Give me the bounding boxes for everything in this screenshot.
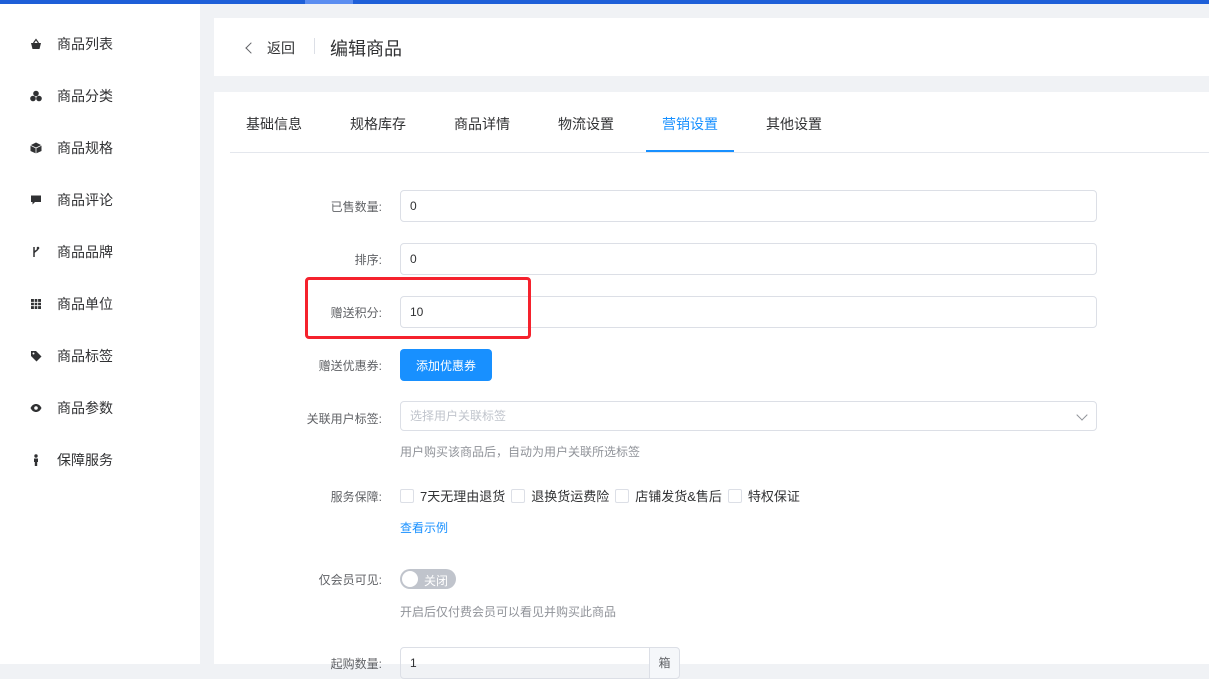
shopping-basket-icon bbox=[30, 38, 42, 50]
sidebar-item-label: 商品标签 bbox=[57, 348, 113, 364]
service-option-privilege[interactable]: 特权保证 bbox=[727, 486, 800, 505]
sidebar: 商品列表 商品分类 商品规格 商品评论 商品品牌 商品单位 商品标签 商品参数 … bbox=[0, 4, 200, 664]
min-qty-input[interactable]: 1 bbox=[400, 647, 650, 679]
sidebar-item-label: 商品单位 bbox=[57, 296, 113, 312]
sidebar-item-label: 保障服务 bbox=[57, 452, 113, 468]
person-icon bbox=[30, 454, 42, 466]
sidebar-item-product-spec[interactable]: 商品规格 bbox=[0, 128, 200, 168]
sidebar-item-product-unit[interactable]: 商品单位 bbox=[0, 284, 200, 324]
sold-qty-input[interactable]: 0 bbox=[400, 190, 1097, 222]
sidebar-item-label: 商品参数 bbox=[57, 400, 113, 416]
sidebar-item-service-guarantee[interactable]: 保障服务 bbox=[0, 440, 200, 480]
gift-coupon-label: 赠送优惠券: bbox=[318, 359, 382, 373]
user-tags-select[interactable]: 选择用户关联标签 bbox=[400, 401, 1097, 431]
grid-icon bbox=[30, 298, 42, 310]
member-only-hint: 开启后仅付费会员可以看见并购买此商品 bbox=[400, 605, 617, 619]
page-header: 返回 编辑商品 bbox=[214, 18, 1209, 76]
checkbox[interactable] bbox=[727, 488, 742, 503]
edit-form-card: 基础信息 规格库存 商品详情 物流设置 营销设置 其他设置 已售数量: 0 排序… bbox=[214, 92, 1209, 679]
member-only-label: 仅会员可见: bbox=[318, 573, 382, 587]
sidebar-item-product-list[interactable]: 商品列表 bbox=[0, 24, 200, 64]
chevron-left-icon bbox=[245, 42, 257, 54]
switch-state-text: 关闭 bbox=[424, 574, 449, 588]
user-tags-placeholder: 选择用户关联标签 bbox=[410, 409, 507, 423]
chevron-down-icon bbox=[1076, 409, 1088, 421]
service-option-return-shipping-insurance[interactable]: 退换货运费险 bbox=[511, 486, 609, 505]
page-title: 编辑商品 bbox=[330, 39, 402, 59]
sidebar-item-label: 商品列表 bbox=[57, 36, 113, 52]
comment-icon bbox=[30, 194, 42, 206]
active-tab-indicator bbox=[646, 150, 734, 152]
checkbox[interactable] bbox=[511, 488, 526, 503]
tab-basic-info[interactable]: 基础信息 bbox=[246, 114, 302, 134]
red-highlight-box bbox=[305, 277, 531, 339]
tab-spec-stock[interactable]: 规格库存 bbox=[350, 114, 406, 134]
sidebar-item-label: 商品规格 bbox=[57, 140, 113, 156]
switch-knob bbox=[402, 571, 418, 587]
tab-other-settings[interactable]: 其他设置 bbox=[766, 114, 822, 134]
service-option-7day-return[interactable]: 7天无理由退货 bbox=[400, 486, 505, 505]
service-option-store-shipping[interactable]: 店铺发货&售后 bbox=[615, 486, 722, 505]
view-example-link[interactable]: 查看示例 bbox=[400, 519, 448, 536]
sort-label: 排序: bbox=[354, 253, 382, 267]
sold-qty-label: 已售数量: bbox=[330, 200, 382, 214]
sidebar-item-product-comment[interactable]: 商品评论 bbox=[0, 180, 200, 220]
sidebar-item-label: 商品品牌 bbox=[57, 244, 113, 260]
tab-product-detail[interactable]: 商品详情 bbox=[454, 114, 510, 134]
back-button[interactable]: 返回 bbox=[245, 38, 295, 58]
category-cluster-icon bbox=[30, 90, 42, 102]
tab-logistics[interactable]: 物流设置 bbox=[558, 114, 614, 134]
eye-icon bbox=[30, 402, 42, 414]
sidebar-item-product-brand[interactable]: 商品品牌 bbox=[0, 232, 200, 272]
top-accent-segment bbox=[305, 0, 353, 4]
sidebar-item-product-tag[interactable]: 商品标签 bbox=[0, 336, 200, 376]
header-divider bbox=[314, 38, 315, 54]
sidebar-item-product-category[interactable]: 商品分类 bbox=[0, 76, 200, 116]
sort-input[interactable]: 0 bbox=[400, 243, 1097, 275]
member-only-switch[interactable]: 关闭 bbox=[400, 569, 456, 589]
sidebar-item-label: 商品分类 bbox=[57, 88, 113, 104]
user-tags-hint: 用户购买该商品后，自动为用户关联所选标签 bbox=[400, 445, 641, 459]
cube-icon bbox=[30, 142, 42, 154]
sidebar-item-label: 商品评论 bbox=[57, 192, 113, 208]
min-qty-unit: 箱 bbox=[649, 647, 680, 679]
back-label: 返回 bbox=[267, 40, 295, 56]
tab-marketing[interactable]: 营销设置 bbox=[662, 114, 718, 134]
checkbox[interactable] bbox=[400, 488, 414, 503]
tab-bar: 基础信息 规格库存 商品详情 物流设置 营销设置 其他设置 bbox=[230, 92, 1209, 153]
sidebar-item-product-param[interactable]: 商品参数 bbox=[0, 388, 200, 428]
add-coupon-button[interactable]: 添加优惠券 bbox=[400, 349, 492, 381]
service-label: 服务保障: bbox=[330, 490, 382, 504]
checkbox[interactable] bbox=[615, 488, 630, 503]
branch-icon bbox=[30, 246, 42, 258]
service-checkbox-group: 7天无理由退货 退换货运费险 店铺发货&售后 特权保证 bbox=[400, 486, 806, 505]
user-tags-label: 关联用户标签: bbox=[306, 412, 382, 426]
tag-icon bbox=[30, 350, 42, 362]
